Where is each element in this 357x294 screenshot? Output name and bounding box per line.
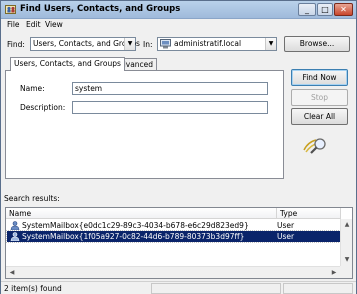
column-header-type[interactable]: Type (277, 208, 341, 219)
table-row[interactable]: SystemMailbox{1f05a927-0c82-44d6-b789-80… (6, 230, 341, 243)
stop-button[interactable]: Stop (291, 89, 348, 106)
find-now-button[interactable]: Find Now (291, 69, 348, 86)
scroll-up-icon[interactable]: ▲ (341, 219, 353, 231)
user-icon (10, 232, 20, 241)
menu-edit[interactable]: Edit (26, 19, 41, 30)
in-domain-value: administratif.local (174, 39, 242, 48)
in-domain-select[interactable]: administratif.local ▼ (157, 37, 277, 51)
chevron-down-icon[interactable]: ▼ (124, 38, 135, 50)
chevron-down-icon[interactable]: ▼ (265, 38, 276, 50)
menu-view[interactable]: View (45, 19, 63, 30)
title-bar[interactable]: Find Users, Contacts, and Groups _ □ ✕ (1, 1, 356, 19)
clear-all-button[interactable]: Clear All (291, 108, 348, 125)
search-results-label: Search results: (4, 194, 60, 203)
description-field[interactable] (72, 101, 268, 114)
browse-button[interactable]: Browse... (284, 36, 350, 52)
minimize-button[interactable]: _ (298, 3, 316, 16)
scroll-left-icon[interactable]: ◀ (6, 267, 18, 279)
horizontal-scrollbar[interactable]: ◀ ▶ (6, 266, 340, 278)
result-type: User (277, 232, 295, 241)
in-label: In: (143, 40, 153, 49)
domain-icon (160, 39, 171, 49)
result-name: SystemMailbox{e0dc1c29-89c3-4034-b678-e6… (22, 221, 249, 230)
tab-users-contacts-groups[interactable]: Users, Contacts, and Groups (10, 57, 125, 71)
table-row[interactable]: SystemMailbox{e0dc1c29-89c3-4034-b678-e6… (7, 220, 340, 231)
user-icon (10, 221, 20, 230)
result-name: SystemMailbox{1f05a927-0c82-44d6-b789-80… (22, 232, 245, 241)
scroll-down-icon[interactable]: ▼ (341, 254, 353, 266)
scroll-corner (340, 266, 352, 278)
find-dialog-window: Find Users, Contacts, and Groups _ □ ✕ F… (0, 0, 357, 294)
name-label: Name: (20, 84, 45, 93)
find-type-select[interactable]: Users, Contacts, and Groups ▼ (30, 37, 140, 51)
tab-panel: Name: system Description: (5, 70, 284, 179)
window-title: Find Users, Contacts, and Groups (20, 4, 181, 14)
menu-bar: File Edit View (1, 19, 356, 30)
close-button[interactable]: ✕ (334, 3, 353, 16)
name-field[interactable]: system (72, 82, 268, 95)
description-label: Description: (20, 103, 66, 112)
magnifier-search-icon (303, 138, 326, 154)
status-panel (283, 283, 353, 294)
status-bar: 2 item(s) found (1, 281, 356, 294)
find-label: Find: (7, 40, 25, 49)
results-list[interactable]: Name Type SystemMailbox{e0dc1c29-89c3-40… (5, 207, 353, 279)
result-type: User (277, 221, 295, 230)
find-users-icon (5, 5, 16, 14)
maximize-button[interactable]: □ (317, 3, 333, 16)
status-panel (151, 283, 281, 294)
status-text: 2 item(s) found (4, 284, 62, 293)
scroll-right-icon[interactable]: ▶ (328, 267, 340, 279)
vertical-scrollbar[interactable]: ▲ ▼ (340, 219, 352, 266)
column-header-name[interactable]: Name (6, 208, 277, 219)
menu-file[interactable]: File (7, 19, 20, 30)
